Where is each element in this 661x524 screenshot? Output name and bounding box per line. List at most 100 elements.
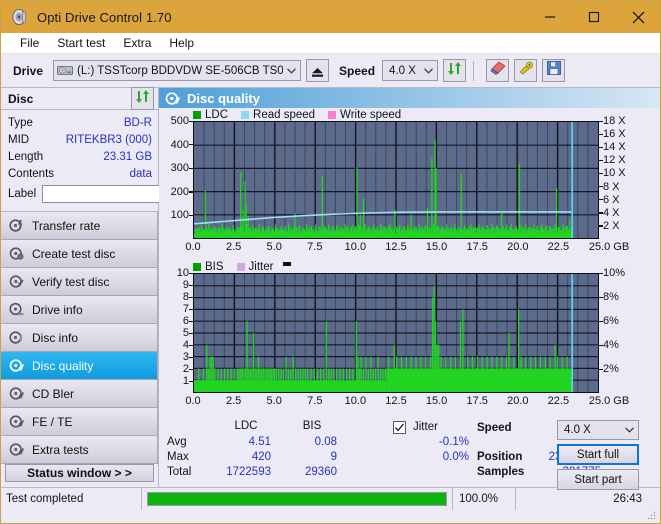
menu-item-help[interactable]: Help	[160, 33, 203, 54]
x-tick-label: 25.0 GB	[588, 395, 630, 407]
y-tick-mark	[189, 380, 193, 382]
disc-refresh-button[interactable]	[131, 87, 154, 110]
maximize-icon[interactable]	[572, 1, 616, 33]
disc-title: Disc	[8, 91, 34, 106]
left-panel: Disc Type BD-R MID RITEKBR3 (000) Length…	[1, 87, 251, 487]
disc-row-mid: MID RITEKBR3 (000)	[8, 131, 152, 148]
stats-speed-label: Speed	[477, 422, 512, 434]
sidebar-label: CD Bler	[32, 386, 75, 401]
x-tick-label: 22.5	[547, 395, 570, 407]
y-tick-mark	[189, 214, 193, 217]
disc-info-icon	[9, 330, 24, 345]
x-tick-label: 2.5	[225, 395, 242, 407]
disc-quality-icon	[165, 91, 181, 106]
ldc-chart-legend: LDC Read speed Write speed	[193, 108, 401, 121]
progress-bar	[147, 491, 447, 506]
test-speed-select[interactable]: 4.0 X	[557, 420, 639, 440]
disc-icon	[11, 8, 29, 26]
y2-tick-mark	[599, 272, 603, 274]
y-tick-label: 10	[176, 267, 189, 279]
jitter-marker	[283, 262, 292, 266]
drive-select[interactable]: (L:) TSSTcorp BDDVDW SE-506CB TS02	[53, 60, 302, 81]
close-icon[interactable]	[616, 1, 660, 33]
refresh-button[interactable]	[443, 59, 467, 82]
disc-quality-icon	[9, 358, 25, 373]
progress-percent: 100.0%	[459, 492, 499, 505]
menu-item-extra[interactable]: Extra	[114, 33, 160, 54]
bis-plot-area	[193, 273, 599, 393]
stats-avg-bis: 0.08	[314, 436, 337, 448]
chevron-down-icon[interactable]	[283, 61, 300, 80]
menu-item-start-test[interactable]: Start test	[48, 33, 114, 54]
y2-tick-label: 8%	[603, 291, 619, 303]
disc-info-list: Type BD-R MID RITEKBR3 (000) Length 23.3…	[1, 110, 251, 208]
stats-panel: LDC BIS Avg Max Total 4.51 420 1722593 0…	[159, 418, 660, 490]
sidebar-item-create-test-disc[interactable]: Create test disc	[1, 240, 158, 268]
y-tick-label: 300	[170, 162, 189, 175]
jitter-checkbox[interactable]	[393, 421, 406, 434]
erase-button[interactable]	[486, 59, 510, 82]
sidebar-label: Disc info	[32, 330, 79, 345]
chevron-down-icon[interactable]	[620, 421, 638, 439]
status-window-button[interactable]: Status window > >	[5, 464, 154, 482]
x-tick-label: 25.0 GB	[588, 241, 630, 253]
eject-button[interactable]	[306, 59, 330, 82]
nav-list: Transfer rate Create test disc Verify te…	[1, 211, 158, 464]
y-tick-mark	[189, 344, 193, 346]
resize-grip[interactable]	[647, 510, 657, 520]
disc-key-mid: MID	[8, 133, 30, 146]
y2-tick-mark	[599, 199, 603, 201]
tools-button[interactable]	[514, 59, 538, 82]
menu-item-file[interactable]: File	[11, 33, 48, 54]
stats-total-bis: 29360	[305, 466, 337, 478]
sidebar-item-fe-te[interactable]: FE / TE	[1, 408, 158, 436]
y2-tick-label: 6 X	[603, 193, 620, 206]
legend-swatch	[241, 110, 250, 119]
x-tick-label: 7.5	[307, 395, 323, 407]
y2-tick-mark	[599, 172, 603, 175]
stats-row-max: Max	[167, 451, 189, 463]
x-tick-label: 12.5	[385, 241, 407, 253]
sidebar-item-extra-tests[interactable]: Extra tests	[1, 436, 158, 464]
disc-key-label: Label	[8, 188, 37, 200]
series-ldc	[194, 140, 574, 238]
stats-row-total: Total	[167, 466, 192, 478]
test-speed-value: 4.0 X	[564, 424, 591, 436]
y-tick-mark	[189, 144, 193, 146]
y2-tick-mark	[599, 146, 603, 149]
x-tick-label: 0.0	[185, 241, 201, 253]
sidebar-item-disc-info[interactable]: Disc info	[1, 324, 158, 352]
save-button[interactable]	[542, 59, 566, 82]
y2-tick-label: 12 X	[603, 154, 626, 167]
start-part-button[interactable]: Start part	[557, 469, 639, 490]
fe-te-icon	[9, 414, 25, 429]
x-tick-label: 15.0	[425, 395, 448, 407]
x-tick-label: 17.5	[466, 395, 488, 407]
transfer-rate-icon	[9, 218, 24, 233]
sidebar-item-verify-test-disc[interactable]: Verify test disc	[1, 268, 158, 296]
drive-info-icon	[9, 302, 24, 317]
y-tick-mark	[189, 191, 193, 193]
progress-cell	[142, 491, 452, 506]
status-text: Test completed	[6, 492, 84, 505]
sidebar-label: Drive info	[32, 302, 83, 317]
sidebar-item-disc-quality[interactable]: Disc quality	[1, 352, 158, 380]
minimize-icon[interactable]	[528, 1, 572, 33]
y2-tick-mark	[599, 368, 603, 370]
chevron-down-icon[interactable]	[419, 61, 437, 80]
status-bar: Test completed 100.0% 26:43	[1, 487, 660, 520]
window-controls	[528, 1, 660, 33]
stats-col-bis: BIS	[302, 420, 322, 432]
speed-select[interactable]: 4.0 X	[382, 60, 439, 81]
speed-value: 4.0 X	[389, 64, 416, 77]
start-full-button[interactable]: Start full	[557, 444, 639, 465]
x-tick-label: 7.5	[307, 241, 323, 253]
y-tick-label: 200	[170, 185, 189, 198]
sidebar-item-drive-info[interactable]: Drive info	[1, 296, 158, 324]
sidebar-label: Create test disc	[32, 246, 116, 261]
drive-label: Drive	[13, 63, 44, 78]
series-read-speed	[193, 211, 573, 225]
sidebar-item-transfer-rate[interactable]: Transfer rate	[1, 212, 158, 240]
sidebar-item-cd-bler[interactable]: CD Bler	[1, 380, 158, 408]
y2-tick-label: 6%	[603, 315, 619, 327]
